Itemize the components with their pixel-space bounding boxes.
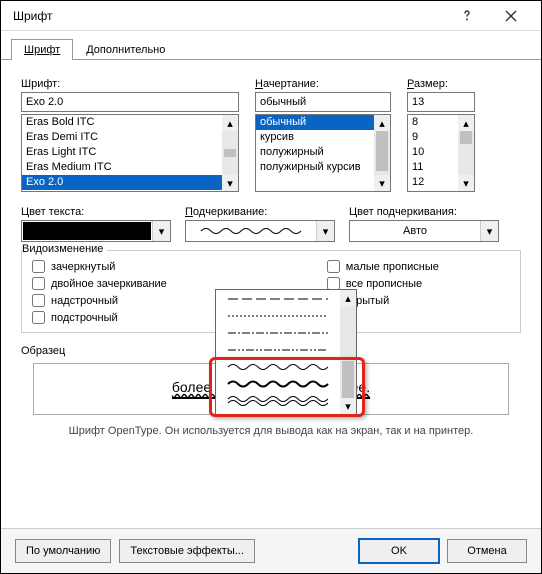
underline-dropdown[interactable]: ▴▾: [215, 289, 357, 415]
effects-label: Видоизменение: [22, 243, 107, 255]
wavy-line-icon: [186, 226, 316, 236]
ok-button[interactable]: OK: [359, 539, 439, 563]
scrollbar[interactable]: ▴▾: [222, 115, 238, 191]
list-item[interactable]: 10: [408, 145, 458, 160]
style-input[interactable]: [255, 92, 391, 112]
list-item[interactable]: полужирный курсив: [256, 160, 374, 175]
checkbox-sub[interactable]: подстрочный: [32, 311, 167, 324]
underline-label: Подчеркивание:: [185, 206, 335, 218]
textfx-button[interactable]: Текстовые эффекты...: [119, 539, 255, 563]
style-list[interactable]: обычный курсив полужирный полужирный кур…: [255, 114, 391, 192]
checkbox-dstrike[interactable]: двойное зачеркивание: [32, 277, 167, 290]
footnote: Шрифт OpenType. Он используется для выво…: [21, 425, 521, 437]
list-item[interactable]: курсив: [256, 130, 374, 145]
tab-font[interactable]: Шрифт: [11, 39, 73, 60]
underline-option[interactable]: [216, 324, 340, 341]
list-item[interactable]: 8: [408, 115, 458, 130]
size-input[interactable]: [407, 92, 475, 112]
list-item[interactable]: обычный: [256, 115, 374, 130]
checkbox-super[interactable]: надстрочный: [32, 294, 167, 307]
tab-advanced[interactable]: Дополнительно: [73, 39, 178, 60]
scrollbar[interactable]: ▴▾: [458, 115, 474, 191]
size-list[interactable]: 8 9 10 11 12 ▴▾: [407, 114, 475, 192]
sample-label: Образец: [21, 345, 65, 357]
chevron-down-icon: ▾: [480, 221, 498, 241]
list-item[interactable]: 12: [408, 175, 458, 190]
list-item[interactable]: полужирный: [256, 145, 374, 160]
checkbox-strike[interactable]: зачеркнутый: [32, 260, 167, 273]
list-item[interactable]: Eras Medium ITC: [22, 160, 222, 175]
list-item[interactable]: Exo 2.0: [22, 175, 222, 190]
default-button[interactable]: По умолчанию: [15, 539, 111, 563]
chevron-down-icon: ▾: [152, 221, 170, 241]
underline-option[interactable]: [216, 341, 340, 358]
underline-option[interactable]: [216, 290, 340, 307]
size-label: Размер:: [407, 78, 475, 90]
help-button[interactable]: [445, 2, 489, 30]
color-swatch: [23, 222, 151, 240]
cancel-button[interactable]: Отмена: [447, 539, 527, 563]
list-item[interactable]: 9: [408, 130, 458, 145]
list-item[interactable]: Eras Demi ITC: [22, 130, 222, 145]
titlebar: Шрифт: [1, 1, 541, 31]
style-label: Начертание:: [255, 78, 391, 90]
underline-color-combo[interactable]: Авто ▾: [349, 220, 499, 242]
font-label: Шрифт:: [21, 78, 239, 90]
scrollbar[interactable]: ▴▾: [374, 115, 390, 191]
underline-option[interactable]: [216, 375, 340, 392]
font-input[interactable]: [21, 92, 239, 112]
checkbox-smallcaps[interactable]: малые прописные: [327, 260, 439, 273]
button-bar: По умолчанию Текстовые эффекты... OK Отм…: [1, 528, 541, 573]
list-item[interactable]: 11: [408, 160, 458, 175]
chevron-down-icon: ▾: [316, 221, 334, 241]
font-color-combo[interactable]: ▾: [21, 220, 171, 242]
underline-combo[interactable]: ▾: [185, 220, 335, 242]
close-button[interactable]: [489, 2, 533, 30]
underline-option[interactable]: [216, 392, 340, 409]
underline-option[interactable]: [216, 307, 340, 324]
underline-option[interactable]: [216, 358, 340, 375]
window-title: Шрифт: [13, 9, 445, 23]
font-color-label: Цвет текста:: [21, 206, 171, 218]
font-list[interactable]: Eras Bold ITC Eras Demi ITC Eras Light I…: [21, 114, 239, 192]
list-item[interactable]: Eras Light ITC: [22, 145, 222, 160]
list-item[interactable]: Eras Bold ITC: [22, 115, 222, 130]
scrollbar[interactable]: ▴▾: [340, 290, 356, 414]
tabs: Шрифт Дополнительно: [1, 31, 541, 60]
underline-color-label: Цвет подчеркивания:: [349, 206, 499, 218]
